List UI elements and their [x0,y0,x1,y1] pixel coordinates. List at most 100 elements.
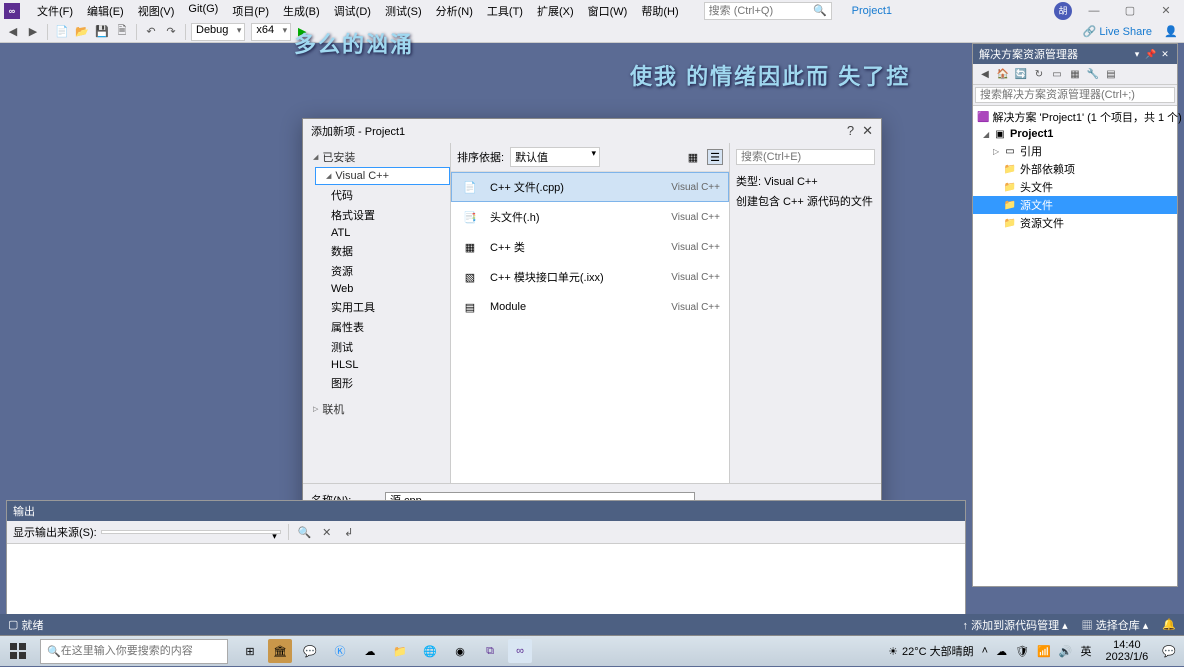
solution-search-input[interactable] [975,87,1175,103]
sidebar-sub-资源[interactable]: 资源 [303,261,450,281]
expand-arrow-icon[interactable]: ◢ [983,130,993,139]
sol-refresh-icon[interactable]: ↻ [1031,66,1047,82]
sol-preview-icon[interactable]: ▤ [1103,66,1119,82]
view-list-button[interactable]: ☰ [707,149,723,165]
menu-项目(P)[interactable]: 项目(P) [225,0,276,22]
open-file-button[interactable]: 📂 [73,23,91,41]
panel-pin-button[interactable]: 📌 [1145,48,1157,60]
sidebar-sub-HLSL[interactable]: HLSL [303,357,450,373]
menu-工具(T)[interactable]: 工具(T) [480,0,530,22]
menu-分析(N)[interactable]: 分析(N) [429,0,480,22]
output-clear-icon[interactable]: ✕ [318,523,336,541]
sidebar-sub-代码[interactable]: 代码 [303,185,450,205]
menu-文件(F)[interactable]: 文件(F) [30,0,80,22]
minimize-button[interactable]: — [1080,1,1108,21]
output-text-area[interactable] [7,544,965,621]
template-search-input[interactable] [736,149,875,165]
solution-root-item[interactable]: 🟪 解决方案 'Project1' (1 个项目，共 1 个) [973,108,1177,126]
sidebar-sub-格式设置[interactable]: 格式设置 [303,205,450,225]
tray-security-icon[interactable]: 🛡 [1015,645,1029,658]
taskbar-explorer-icon[interactable]: 📁 [388,639,412,663]
sidebar-sub-图形[interactable]: 图形 [303,373,450,393]
taskview-icon[interactable]: ⊞ [238,639,262,663]
taskbar-app-2-icon[interactable]: 💬 [298,639,322,663]
menu-扩展(X)[interactable]: 扩展(X) [530,0,581,22]
config-combo[interactable]: Debug [191,23,245,41]
quick-search[interactable]: 🔍 [704,2,832,20]
sol-sync-icon[interactable]: 🔄 [1013,66,1029,82]
weather-widget[interactable]: ☀ 22°C 大部晴朗 [888,643,974,659]
taskbar-edge-icon[interactable]: 🌐 [418,639,442,663]
solution-search[interactable] [973,85,1177,106]
windows-search[interactable]: 🔍 [40,639,228,664]
template-item[interactable]: ▦C++ 类Visual C++ [451,232,729,262]
forward-button[interactable]: ▶ [24,23,42,41]
menu-Git(G)[interactable]: Git(G) [181,0,225,22]
taskbar-app-1-icon[interactable]: 🏛 [268,639,292,663]
sort-combo[interactable]: 默认值 [510,147,600,167]
sidebar-sub-数据[interactable]: 数据 [303,241,450,261]
status-select-repo[interactable]: ▦ 选择仓库 ▴ [1082,617,1149,633]
quick-search-input[interactable] [709,5,813,17]
tray-volume-icon[interactable]: 🔊 [1059,645,1073,658]
status-bell-icon[interactable]: 🔔 [1162,618,1176,631]
sidebar-sub-属性表[interactable]: 属性表 [303,317,450,337]
output-wrap-icon[interactable]: ↲ [340,523,358,541]
sol-collapse-icon[interactable]: ▭ [1049,66,1065,82]
view-icons-button[interactable]: ▦ [685,149,701,165]
tree-item-头文件[interactable]: 📁头文件 [973,178,1177,196]
system-clock[interactable]: 14:40 2023/1/6 [1099,639,1154,663]
sidebar-installed[interactable]: 已安装 [303,147,450,167]
save-all-button[interactable]: 🗎 [113,23,131,41]
output-source-combo[interactable] [101,530,281,534]
tree-item-外部依赖项[interactable]: 📁外部依赖项 [973,160,1177,178]
undo-button[interactable]: ↶ [142,23,160,41]
tray-onedrive-icon[interactable]: ☁ [996,645,1007,658]
menu-调试(D)[interactable]: 调试(D) [327,0,378,22]
menu-测试(S)[interactable]: 测试(S) [378,0,429,22]
template-item[interactable]: 📄C++ 文件(.cpp)Visual C++ [451,172,729,202]
tree-item-引用[interactable]: ▷▭引用 [973,142,1177,160]
panel-dropdown-button[interactable]: ▾ [1131,48,1143,60]
sidebar-sub-ATL[interactable]: ATL [303,225,450,241]
back-button[interactable]: ◀ [4,23,22,41]
new-file-button[interactable]: 📄 [53,23,71,41]
sidebar-vcpp[interactable]: Visual C++ [315,167,450,185]
platform-combo[interactable]: x64 [251,23,291,41]
close-button[interactable]: ✕ [1152,1,1180,21]
sidebar-sub-Web[interactable]: Web [303,281,450,297]
sidebar-online[interactable]: 联机 [303,399,450,419]
template-item[interactable]: 📑头文件(.h)Visual C++ [451,202,729,232]
menu-视图(V)[interactable]: 视图(V) [131,0,182,22]
tree-item-源文件[interactable]: 📁源文件 [973,196,1177,214]
sol-home-icon[interactable]: 🏠 [995,66,1011,82]
user-avatar-icon[interactable]: 胡 [1054,2,1072,20]
notifications-icon[interactable]: 💬 [1162,645,1176,658]
taskbar-vs-icon[interactable]: ∞ [508,639,532,663]
redo-button[interactable]: ↷ [162,23,180,41]
template-item[interactable]: ▤ModuleVisual C++ [451,292,729,322]
taskbar-chrome-icon[interactable]: ◉ [448,639,472,663]
taskbar-app-3-icon[interactable]: Ⓚ [328,639,352,663]
taskbar-vscode-icon[interactable]: ⧉ [478,639,502,663]
menu-窗口(W)[interactable]: 窗口(W) [581,0,635,22]
panel-close-button[interactable]: ✕ [1159,48,1171,60]
sol-back-icon[interactable]: ◀ [977,66,993,82]
menu-帮助(H)[interactable]: 帮助(H) [634,0,685,22]
start-button[interactable] [0,636,36,667]
tray-ime-label[interactable]: 英 [1080,643,1091,659]
tray-chevron-icon[interactable]: ˄ [982,645,988,657]
tray-network-icon[interactable]: 📶 [1037,645,1051,658]
output-find-icon[interactable]: 🔍 [296,523,314,541]
project-item[interactable]: ◢ ▣ Project1 [973,126,1177,142]
save-button[interactable]: 💾 [93,23,111,41]
sol-showall-icon[interactable]: ▦ [1067,66,1083,82]
feedback-button[interactable]: 👤 [1162,23,1180,41]
dialog-close-button[interactable]: ✕ [862,123,873,139]
status-add-source-control[interactable]: ↑ 添加到源代码管理 ▴ [963,617,1068,633]
maximize-button[interactable]: ▢ [1116,1,1144,21]
menu-编辑(E)[interactable]: 编辑(E) [80,0,131,22]
sol-properties-icon[interactable]: 🔧 [1085,66,1101,82]
windows-search-input[interactable] [61,645,221,657]
dialog-help-button[interactable]: ? [847,123,854,139]
